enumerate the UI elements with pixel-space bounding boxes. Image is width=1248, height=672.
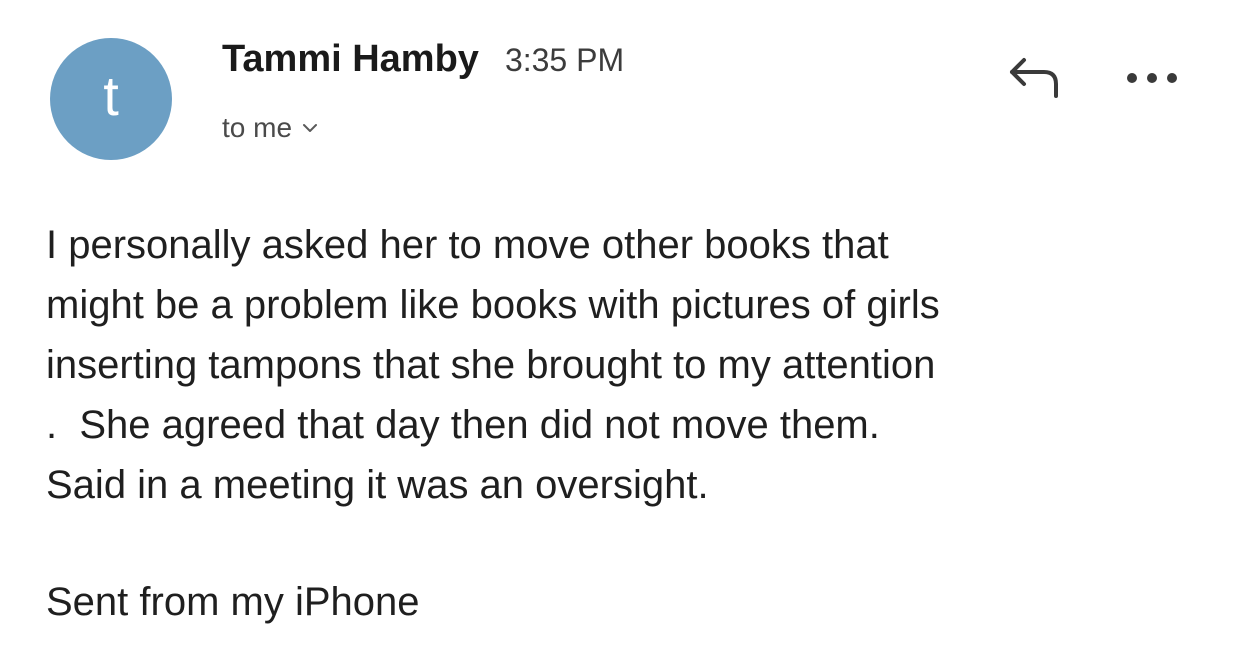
body-line: Said in a meeting it was an oversight. <box>46 463 709 507</box>
body-line: might be a problem like books with pictu… <box>46 283 940 327</box>
reply-icon <box>1010 58 1058 98</box>
recipient-label: to me <box>222 112 293 143</box>
sender-name[interactable]: Tammi Hamby <box>222 38 479 81</box>
body-line: . She agreed that day then did not move … <box>46 403 880 447</box>
sender-line: Tammi Hamby 3:35 PM <box>222 38 624 81</box>
avatar-letter: t <box>103 64 119 127</box>
sender-avatar[interactable]: t <box>50 38 172 160</box>
body-line: inserting tampons that she brought to my… <box>46 343 936 387</box>
sent-time: 3:35 PM <box>504 42 625 78</box>
recipient-toggle[interactable]: to me <box>222 112 318 144</box>
more-options-icon <box>1127 73 1177 83</box>
chevron-down-icon <box>303 124 318 132</box>
message-body: I personally asked her to move other boo… <box>46 215 1226 515</box>
reply-button[interactable] <box>1004 52 1064 102</box>
email-signature: Sent from my iPhone <box>46 580 420 624</box>
body-line: I personally asked her to move other boo… <box>46 223 889 267</box>
email-header: t Tammi Hamby 3:35 PM to me <box>0 0 1248 180</box>
more-options-button[interactable] <box>1118 60 1188 96</box>
